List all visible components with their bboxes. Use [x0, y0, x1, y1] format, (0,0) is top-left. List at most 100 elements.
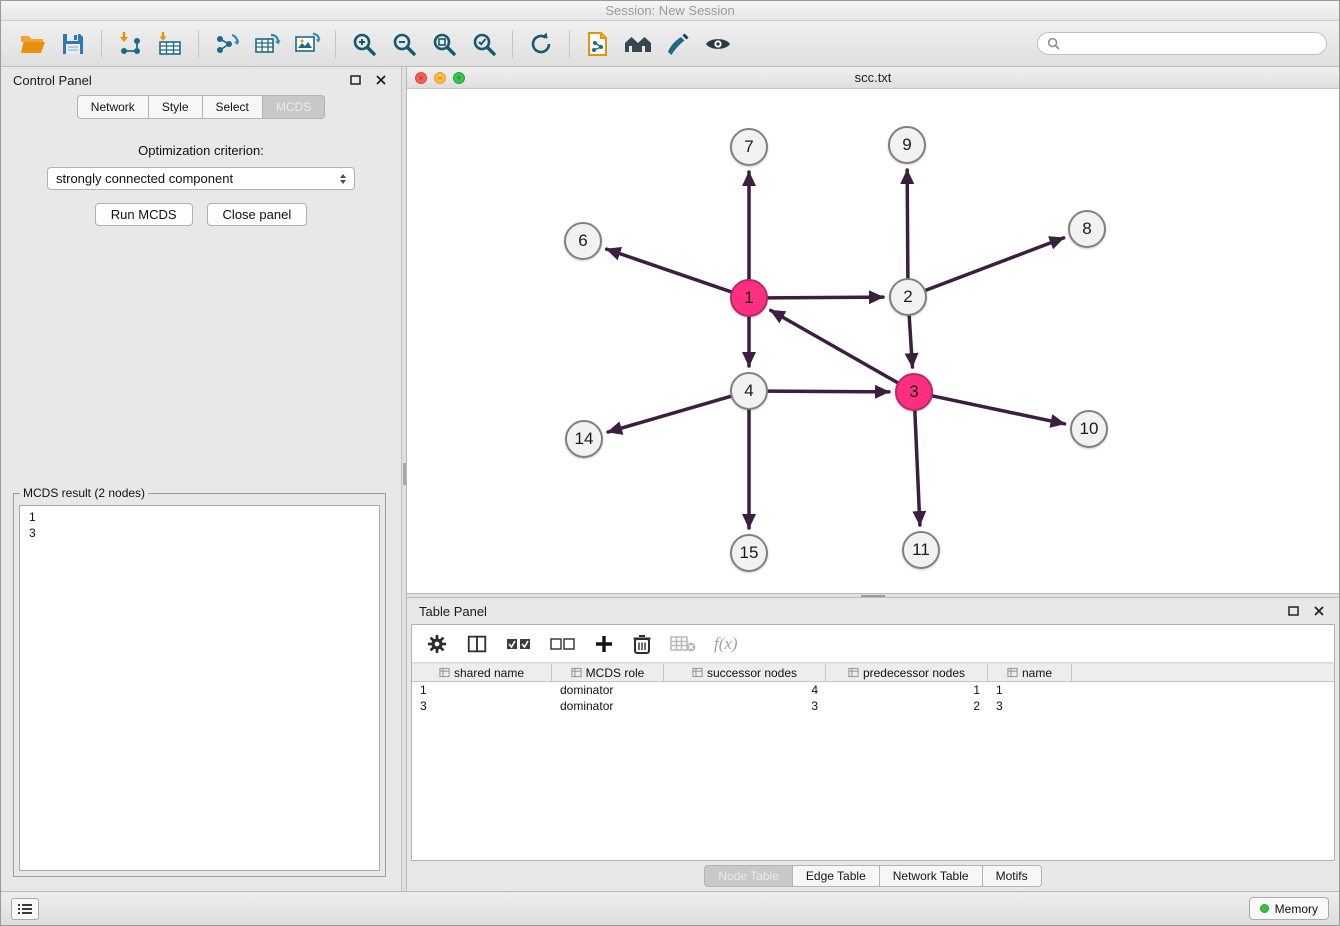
main-toolbar: [1, 21, 1339, 67]
delete-column-button[interactable]: [632, 633, 652, 655]
tab-node-table[interactable]: Node Table: [704, 865, 793, 887]
search-icon: [1047, 37, 1060, 50]
add-column-button[interactable]: [594, 634, 614, 654]
graph-edge-2-3[interactable]: [909, 316, 912, 367]
close-panel-icon[interactable]: [1311, 604, 1327, 618]
export-image-button[interactable]: [287, 24, 327, 64]
close-window-icon[interactable]: [415, 72, 427, 84]
column-header-successor-nodes[interactable]: successor nodes: [664, 664, 826, 681]
column-edit-icon: [848, 667, 859, 678]
graph-node-15[interactable]: 15: [730, 534, 768, 572]
tab-style[interactable]: Style: [149, 95, 203, 119]
graph-node-14[interactable]: 14: [565, 420, 603, 458]
maximize-window-icon[interactable]: [453, 72, 465, 84]
refresh-button[interactable]: [521, 24, 561, 64]
graph-node-7[interactable]: 7: [730, 128, 768, 166]
import-network-icon: [116, 31, 144, 57]
table-body: 1dominator4113dominator323: [412, 682, 1334, 860]
application-window: Session: New Session Control: [0, 0, 1340, 926]
graph-edge-1-6[interactable]: [607, 249, 731, 292]
float-panel-icon[interactable]: [1285, 604, 1301, 618]
graph-edge-3-10[interactable]: [933, 396, 1065, 424]
open-file-button[interactable]: [13, 24, 53, 64]
task-history-button[interactable]: [11, 898, 39, 920]
tab-motifs[interactable]: Motifs: [983, 865, 1042, 887]
table-cell: 4: [664, 683, 826, 697]
control-panel: Control Panel NetworkStyleSelectMCDS Opt…: [1, 67, 401, 891]
horizontal-splitter[interactable]: [407, 593, 1339, 598]
save-session-button[interactable]: [53, 24, 93, 64]
graph-node-4[interactable]: 4: [730, 372, 768, 410]
minimize-window-icon[interactable]: [434, 72, 446, 84]
close-panel-icon[interactable]: [373, 73, 389, 87]
graph-node-9[interactable]: 9: [888, 126, 926, 164]
column-header-predecessor-nodes[interactable]: predecessor nodes: [826, 664, 988, 681]
table-row[interactable]: 3dominator323: [412, 698, 1334, 714]
graph-edge-4-14[interactable]: [608, 396, 731, 432]
column-edit-icon: [439, 667, 450, 678]
deselect-all-icon: [550, 634, 576, 654]
graph-node-11[interactable]: 11: [902, 531, 940, 569]
function-builder-button[interactable]: f(x): [714, 634, 738, 654]
delete-table-button[interactable]: [670, 634, 696, 654]
memory-button-label: Memory: [1275, 902, 1318, 916]
network-overview-button[interactable]: [618, 24, 658, 64]
graph-node-10[interactable]: 10: [1070, 410, 1108, 448]
column-header-mcds-role[interactable]: MCDS role: [552, 664, 664, 681]
import-network-button[interactable]: [110, 24, 150, 64]
table-row[interactable]: 1dominator411: [412, 682, 1334, 698]
column-header-name[interactable]: name: [988, 664, 1072, 681]
tab-network-table[interactable]: Network Table: [880, 865, 983, 887]
column-header-shared-name[interactable]: shared name: [412, 664, 552, 681]
open-report-button[interactable]: [578, 24, 618, 64]
deselect-all-button[interactable]: [550, 634, 576, 654]
close-panel-button[interactable]: Close panel: [207, 203, 308, 226]
graph-edge-3-1[interactable]: [771, 310, 898, 382]
zoom-fit-button[interactable]: [424, 24, 464, 64]
zoom-in-button[interactable]: [344, 24, 384, 64]
run-mcds-button[interactable]: Run MCDS: [95, 203, 193, 226]
toolbar-separator: [101, 30, 102, 58]
graph-edge-3-11[interactable]: [915, 411, 920, 525]
tab-select[interactable]: Select: [203, 95, 263, 119]
control-panel-header: Control Panel: [1, 67, 401, 93]
table-settings-button[interactable]: [426, 633, 448, 655]
show-columns-button[interactable]: [466, 633, 488, 655]
graph-node-2[interactable]: 2: [889, 278, 927, 316]
export-table-button[interactable]: [247, 24, 287, 64]
style-brush-button[interactable]: [658, 24, 698, 64]
tab-mcds[interactable]: MCDS: [263, 95, 325, 119]
gear-icon: [426, 633, 448, 655]
search-input[interactable]: [1066, 37, 1317, 51]
show-hide-button[interactable]: [698, 24, 738, 64]
graph-edge-2-9[interactable]: [907, 170, 908, 278]
optimization-criterion-label: Optimization criterion:: [1, 143, 401, 158]
import-table-button[interactable]: [150, 24, 190, 64]
network-canvas[interactable]: 7 9 6 8 1 2 4 3 14 10 15 11: [407, 89, 1339, 593]
memory-button[interactable]: Memory: [1249, 897, 1329, 920]
select-all-button[interactable]: [506, 634, 532, 654]
tab-network[interactable]: Network: [77, 95, 149, 119]
graph-node-8[interactable]: 8: [1068, 210, 1106, 248]
control-panel-body: Optimization criterion: strongly connect…: [1, 119, 401, 891]
mcds-result-list[interactable]: 13: [19, 505, 380, 871]
share-network-button[interactable]: [207, 24, 247, 64]
status-bar: Memory: [1, 891, 1339, 925]
graph-edge-1-2[interactable]: [768, 297, 883, 298]
float-panel-icon[interactable]: [347, 73, 363, 87]
zoom-selected-button[interactable]: [464, 24, 504, 64]
graph-edge-2-8[interactable]: [926, 238, 1064, 290]
trash-icon: [632, 633, 652, 655]
graph-node-3[interactable]: 3: [895, 373, 933, 411]
graph-edge-4-3[interactable]: [768, 391, 889, 392]
zoom-out-button[interactable]: [384, 24, 424, 64]
graph-node-1[interactable]: 1: [730, 279, 768, 317]
network-window-titlebar: scc.txt: [407, 67, 1339, 89]
graph-node-6[interactable]: 6: [564, 222, 602, 260]
mcds-result-title: MCDS result (2 nodes): [20, 486, 148, 500]
share-network-icon: [213, 31, 241, 57]
table-cell: dominator: [552, 683, 664, 697]
network-window: scc.txt 7 9 6 8 1 2 4 3 14 10 15 11: [407, 67, 1339, 593]
tab-edge-table[interactable]: Edge Table: [793, 865, 880, 887]
criterion-select[interactable]: strongly connected component: [47, 167, 355, 190]
